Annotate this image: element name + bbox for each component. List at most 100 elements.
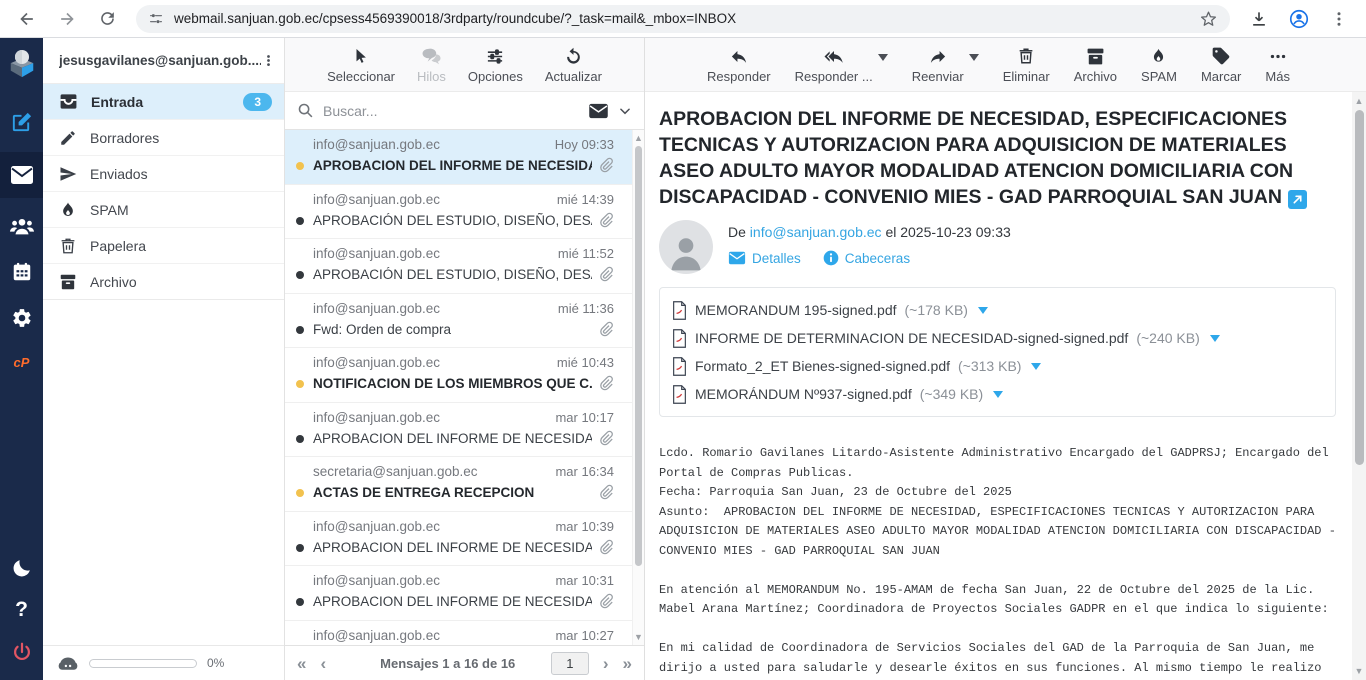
message-date: mié 11:52: [558, 246, 614, 261]
delete-button[interactable]: Eliminar: [1003, 46, 1050, 84]
threads-button[interactable]: Hilos: [417, 46, 446, 84]
message-sender: secretaria@sanjuan.gob.ec: [313, 464, 547, 479]
message-sender: info@sanjuan.gob.ec: [313, 355, 549, 370]
forward-button[interactable]: Reenviar: [912, 46, 964, 84]
message-row[interactable]: info@sanjuan.gob.ecmar 10:31 APROBACION …: [285, 566, 644, 621]
options-button[interactable]: Opciones: [468, 46, 523, 84]
contacts-icon: [9, 215, 35, 237]
scroll-up-icon[interactable]: ▲: [633, 133, 644, 143]
message-row[interactable]: info@sanjuan.gob.ecmar 10:39 APROBACION …: [285, 512, 644, 567]
attachment-menu-caret-icon[interactable]: [1031, 363, 1041, 370]
rail-item-mail[interactable]: [0, 152, 43, 198]
rail-item-cpanel[interactable]: cP: [0, 342, 43, 382]
spam-button[interactable]: SPAM: [1141, 46, 1177, 84]
message-row[interactable]: info@sanjuan.gob.ecmar 10:17 APROBACION …: [285, 403, 644, 458]
open-in-new-window-icon[interactable]: [1288, 190, 1307, 209]
select-button[interactable]: Seleccionar: [327, 46, 395, 84]
download-icon: [1249, 9, 1269, 29]
scroll-down-icon[interactable]: ▼: [1352, 666, 1366, 676]
attachment-name[interactable]: Formato_2_ET Bienes-signed-signed.pdf: [695, 358, 950, 374]
browser-forward-button[interactable]: [50, 4, 84, 34]
from-line: De info@sanjuan.gob.ec el 2025-10-23 09:…: [728, 224, 1011, 240]
scroll-up-icon[interactable]: ▲: [1352, 96, 1366, 106]
url-bar[interactable]: webmail.sanjuan.gob.ec/cpsess4569390018/…: [136, 5, 1230, 33]
dark-mode-button[interactable]: [0, 548, 43, 588]
attachment-item[interactable]: MEMORANDUM 195-signed.pdf (~178 KB): [672, 296, 1323, 324]
folder-label: SPAM: [90, 202, 129, 218]
message-row[interactable]: info@sanjuan.gob.ecmié 11:52 APROBACIÓN …: [285, 239, 644, 294]
message-row[interactable]: info@sanjuan.gob.ecmié 14:39 APROBACIÓN …: [285, 185, 644, 240]
site-info-icon[interactable]: [148, 11, 164, 27]
message-row[interactable]: info@sanjuan.gob.ecmié 11:36 Fwd: Orden …: [285, 294, 644, 349]
attachment-menu-caret-icon[interactable]: [978, 307, 988, 314]
browser-refresh-button[interactable]: [90, 4, 124, 34]
last-page-button[interactable]: »: [623, 655, 632, 672]
sender-email-link[interactable]: info@sanjuan.gob.ec: [750, 224, 882, 240]
browser-menu-button[interactable]: [1322, 4, 1356, 34]
attachment-name[interactable]: MEMORANDUM 195-signed.pdf: [695, 302, 897, 318]
message-row[interactable]: info@sanjuan.gob.ecmié 10:43 NOTIFICACIO…: [285, 348, 644, 403]
details-link[interactable]: Detalles: [728, 251, 801, 266]
search-scope-mail-icon[interactable]: [588, 103, 609, 119]
flame-icon: [59, 201, 77, 219]
message-date: mar 10:27: [555, 628, 614, 643]
sidebar-item-borradores[interactable]: Borradores: [43, 120, 284, 156]
reply-all-caret-icon[interactable]: [878, 54, 888, 61]
spam-label: SPAM: [1141, 69, 1177, 84]
rail-item-settings[interactable]: [0, 298, 43, 338]
browser-back-button[interactable]: [10, 4, 44, 34]
list-scrollbar[interactable]: ▲ ▼: [632, 130, 644, 645]
message-sender: info@sanjuan.gob.ec: [313, 192, 549, 207]
sidebar-item-papelera[interactable]: Papelera: [43, 228, 284, 264]
sidebar-item-enviados[interactable]: Enviados: [43, 156, 284, 192]
attachment-item[interactable]: INFORME DE DETERMINACION DE NECESIDAD-si…: [672, 324, 1323, 352]
download-button[interactable]: [1242, 4, 1276, 34]
message-date: Hoy 09:33: [555, 137, 614, 152]
sidebar-item-spam[interactable]: SPAM: [43, 192, 284, 228]
next-page-button[interactable]: ›: [603, 655, 609, 672]
rail-item-contacts[interactable]: [0, 206, 43, 246]
rail-item-calendar[interactable]: [0, 252, 43, 292]
account-menu-button[interactable]: [261, 52, 276, 69]
logout-button[interactable]: [0, 632, 43, 672]
attachment-item[interactable]: Formato_2_ET Bienes-signed-signed.pdf (~…: [672, 352, 1323, 380]
reply-button[interactable]: Responder: [707, 46, 771, 84]
list-scrollbar-thumb[interactable]: [635, 146, 642, 566]
attachment-menu-caret-icon[interactable]: [1210, 335, 1220, 342]
profile-button[interactable]: [1282, 4, 1316, 34]
help-button[interactable]: ?: [0, 590, 43, 630]
reading-pane: Responder Responder ... Reenviar Elimina…: [645, 38, 1366, 680]
app-logo[interactable]: [0, 38, 43, 90]
reading-scrollbar[interactable]: ▲ ▼: [1352, 92, 1366, 680]
attachment-menu-caret-icon[interactable]: [993, 391, 1003, 398]
attachment-name[interactable]: INFORME DE DETERMINACION DE NECESIDAD-si…: [695, 330, 1128, 346]
reply-label: Responder: [707, 69, 771, 84]
forward-caret-icon[interactable]: [969, 54, 979, 61]
mark-button[interactable]: Marcar: [1201, 46, 1241, 84]
message-row[interactable]: info@sanjuan.gob.ecmar 10:27: [285, 621, 644, 646]
kebab-menu-icon: [1330, 10, 1348, 28]
attachment-name[interactable]: MEMORÁNDUM Nº937-signed.pdf: [695, 386, 912, 402]
attachment-item[interactable]: MEMORÁNDUM Nº937-signed.pdf (~349 KB): [672, 380, 1323, 408]
sidebar-item-archivo[interactable]: Archivo: [43, 264, 284, 300]
more-button[interactable]: Más: [1265, 46, 1290, 84]
search-input[interactable]: [323, 103, 579, 119]
page-number-input[interactable]: [551, 652, 589, 675]
reading-scrollbar-thumb[interactable]: [1355, 110, 1364, 465]
compose-button[interactable]: [0, 102, 43, 142]
mark-label: Marcar: [1201, 69, 1241, 84]
headers-link[interactable]: Cabeceras: [823, 250, 910, 266]
prev-page-button[interactable]: ‹: [320, 655, 326, 672]
search-options-chevron-icon[interactable]: [618, 104, 632, 118]
message-row[interactable]: info@sanjuan.gob.ecHoy 09:33 APROBACION …: [285, 130, 644, 185]
refresh-list-button[interactable]: Actualizar: [545, 46, 602, 84]
message-row[interactable]: secretaria@sanjuan.gob.ecmar 16:34 ACTAS…: [285, 457, 644, 512]
first-page-button[interactable]: «: [297, 655, 306, 672]
scroll-down-icon[interactable]: ▼: [633, 632, 644, 642]
tag-icon: [1211, 46, 1231, 66]
bookmark-star-icon[interactable]: [1199, 9, 1218, 28]
reply-all-button[interactable]: Responder ...: [795, 46, 873, 84]
mail-toolbar: Responder Responder ... Reenviar Elimina…: [645, 38, 1366, 92]
sidebar-item-entrada[interactable]: Entrada 3: [43, 84, 284, 120]
archive-button[interactable]: Archivo: [1074, 46, 1117, 84]
